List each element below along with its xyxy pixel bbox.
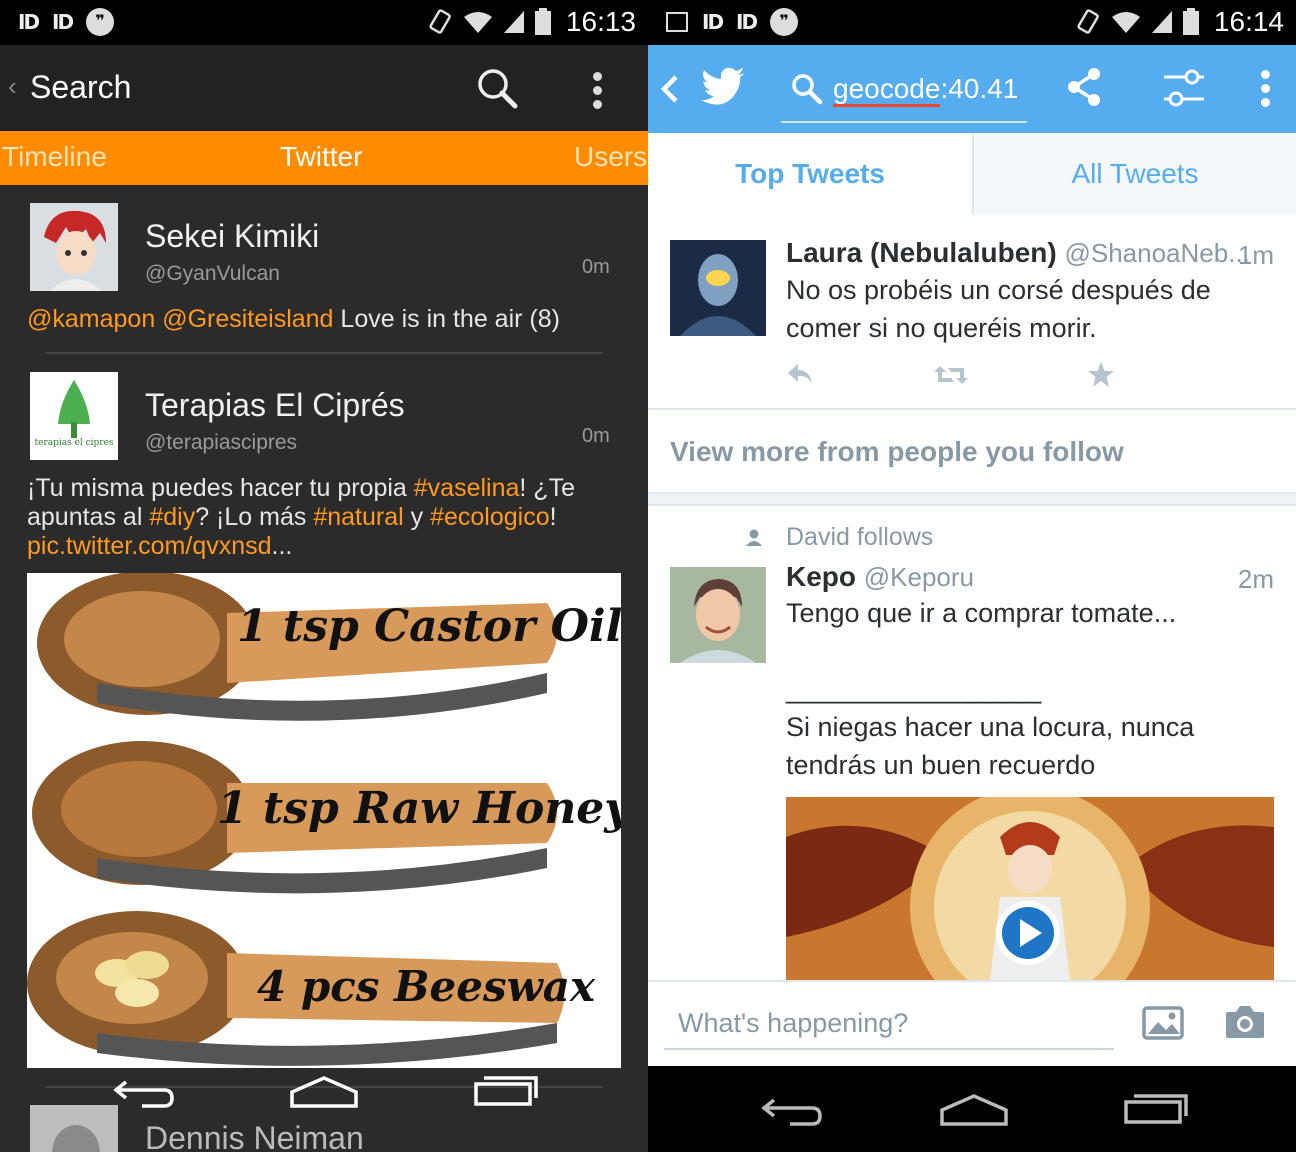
tab-twitter[interactable]: Twitter [280, 141, 362, 173]
tweet-text: @kamapon @Gresiteisland Love is in the a… [27, 305, 560, 333]
app-bar: ‹ Search [0, 45, 648, 131]
system-nav-bar [0, 1066, 648, 1152]
image-icon[interactable] [1142, 1006, 1184, 1040]
search-input[interactable]: geocode:40.41 [781, 63, 1027, 123]
overflow-menu-icon[interactable] [593, 72, 603, 114]
tweet-text: Tengo que ir a comprar tomate... _______… [786, 598, 1195, 780]
section-separator [648, 492, 1296, 506]
avatar[interactable] [670, 567, 766, 663]
tweet-author-name[interactable]: Terapias El Ciprés [145, 387, 405, 424]
hashtag-link[interactable]: #ecologico [430, 503, 550, 531]
tab-all-tweets[interactable]: All Tweets [972, 133, 1296, 215]
play-button-icon[interactable] [996, 901, 1060, 965]
twitter-bird-icon[interactable] [700, 67, 746, 107]
tweet-time: 2m [1237, 564, 1274, 594]
status-bar: ID ID ❞ 16:13 [0, 0, 648, 45]
tweet-media[interactable] [786, 797, 1274, 980]
right-app-screen: ID ID ❞ 16:14 geocode:40.41 Top Tweets A… [648, 0, 1296, 1152]
home-icon[interactable] [288, 1074, 360, 1110]
hashtag-link[interactable]: #natural [313, 503, 403, 531]
mention-link[interactable]: @Gresiteisland [162, 305, 333, 333]
pic-link[interactable]: pic.twitter.com/qvxnsd [27, 532, 272, 560]
share-icon[interactable] [1066, 67, 1102, 107]
tweet-composer: What's happening? [648, 980, 1296, 1066]
image-caption: 1 tsp Raw Honey [217, 783, 621, 834]
system-nav-bar [648, 1066, 1296, 1152]
search-query: geocode:40.41 [833, 73, 1018, 107]
tab-bar: Top Tweets All Tweets [648, 133, 1296, 215]
hangouts-icon: ❞ [770, 8, 799, 36]
back-icon[interactable] [112, 1074, 176, 1110]
rotate-icon [1077, 9, 1099, 34]
compose-tweet-input[interactable]: What's happening? [664, 1000, 1114, 1050]
recent-apps-icon[interactable] [1122, 1090, 1192, 1126]
person-icon [746, 529, 762, 546]
tab-users[interactable]: Users [574, 141, 647, 173]
image-caption: 1 tsp Castor Oil [237, 601, 621, 652]
image-caption: 4 pcs Beeswax [257, 962, 596, 1011]
battery-icon [1182, 8, 1199, 35]
avatar[interactable] [30, 203, 118, 291]
back-chevron-icon[interactable] [660, 73, 680, 105]
back-chevron-icon[interactable]: ‹ [8, 71, 17, 102]
view-more-link[interactable]: View more from people you follow [670, 436, 1124, 468]
signal-icon [1151, 11, 1172, 33]
overflow-menu-icon[interactable] [1261, 70, 1271, 112]
reply-icon[interactable] [786, 362, 814, 386]
tweet-time: 0m [582, 256, 610, 278]
status-bar: ID ID ❞ 16:14 [648, 0, 1296, 45]
app-bar: geocode:40.41 [648, 45, 1296, 133]
tweet-author[interactable]: Laura (Nebulaluben) @ShanoaNeb... [786, 237, 1250, 269]
favorite-star-icon[interactable] [1087, 361, 1115, 389]
recent-apps-icon[interactable] [472, 1072, 542, 1108]
notification-id-icon: ID [702, 10, 724, 34]
rotate-icon [429, 9, 451, 34]
wifi-icon [1111, 12, 1140, 33]
camera-icon[interactable] [1224, 1004, 1266, 1040]
left-app-screen: ID ID ❞ 16:13 ‹ Search Timeline Twitter … [0, 0, 648, 1152]
status-time: 16:13 [565, 6, 636, 37]
tab-top-tweets[interactable]: Top Tweets [648, 133, 972, 215]
tweet-author-name[interactable]: Kepo [786, 561, 856, 592]
tweet-time: 1m [1237, 240, 1274, 270]
avatar-caption: terapias el cipres [34, 438, 114, 448]
tweet-text: No os probéis un corsé después de comer … [786, 275, 1211, 343]
signal-icon [503, 11, 524, 33]
search-icon[interactable] [476, 67, 518, 109]
tweet-author-handle[interactable]: @ShanoaNeb... [1064, 238, 1249, 268]
battery-icon [534, 8, 551, 35]
tweet-time: 0m [582, 425, 610, 447]
tab-timeline[interactable]: Timeline [2, 141, 107, 173]
page-title: Search [30, 69, 132, 105]
tweet-author-handle[interactable]: @GyanVulcan [145, 262, 280, 286]
retweet-icon[interactable] [933, 364, 969, 386]
social-context: David follows [786, 523, 934, 551]
tweet-author-name[interactable]: Laura (Nebulaluben) [786, 237, 1057, 268]
tweet-author-handle[interactable]: @terapiascipres [145, 431, 297, 455]
home-icon[interactable] [938, 1092, 1010, 1128]
search-icon [792, 74, 823, 105]
notification-id-icon: ID [736, 10, 758, 34]
notification-id-icon: ID [52, 10, 74, 34]
hangouts-icon: ❞ [86, 8, 115, 36]
tab-bar: Timeline Twitter Users [0, 131, 648, 185]
mention-link[interactable]: @kamapon [27, 305, 155, 333]
status-time: 16:14 [1213, 6, 1284, 37]
filter-settings-icon[interactable] [1162, 69, 1206, 107]
tweet-text: ¡Tu misma puedes hacer tu propia #vaseli… [27, 474, 575, 560]
avatar[interactable]: terapias el cipres [30, 372, 118, 460]
hashtag-link[interactable]: #vaselina [414, 474, 520, 502]
back-icon[interactable] [760, 1092, 824, 1128]
hashtag-link[interactable]: #diy [149, 503, 195, 531]
tweet-author[interactable]: Kepo @Keporu [786, 561, 974, 593]
notification-id-icon: ID [18, 10, 40, 34]
divider [648, 408, 1296, 410]
divider [45, 352, 603, 354]
avatar[interactable] [670, 240, 766, 336]
tweet-image[interactable]: 1 tsp Castor Oil 1 tsp Raw Honey 4 pcs B… [27, 573, 621, 1068]
picture-notification-icon [666, 12, 688, 32]
tweet-author-name[interactable]: Sekei Kimiki [145, 218, 319, 255]
wifi-icon [463, 12, 492, 33]
tweet-author-handle[interactable]: @Keporu [864, 562, 974, 592]
